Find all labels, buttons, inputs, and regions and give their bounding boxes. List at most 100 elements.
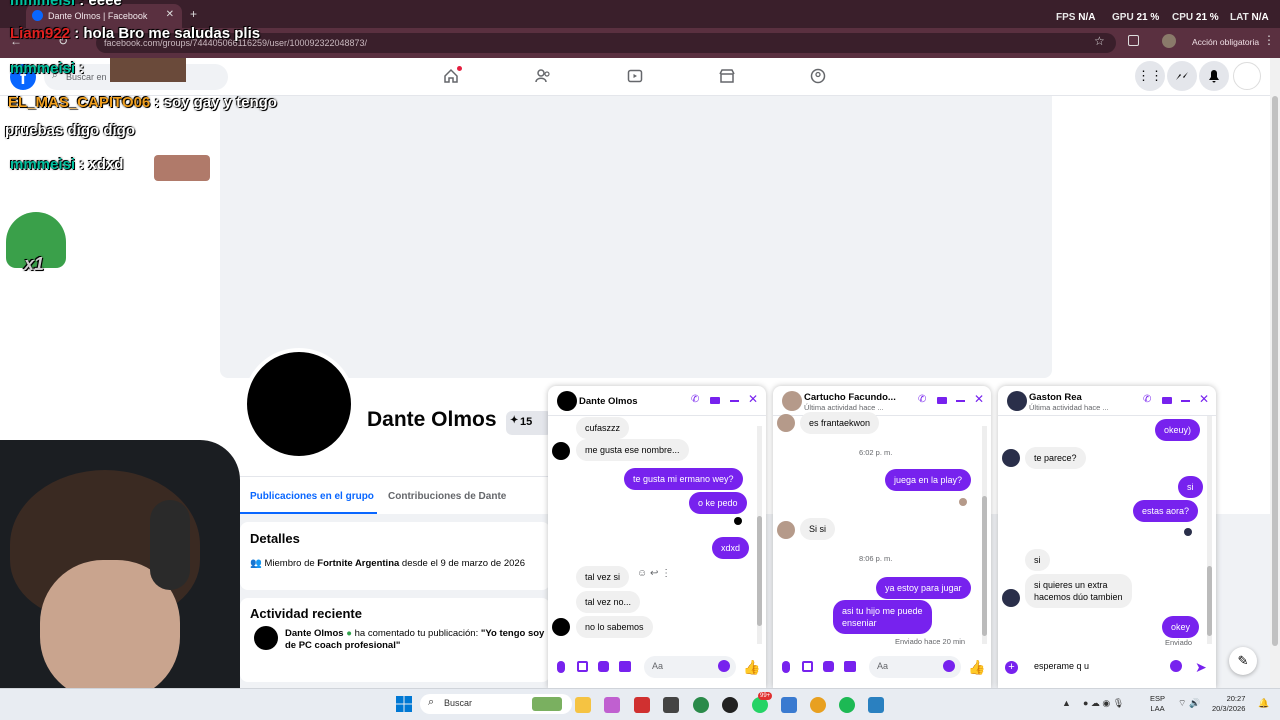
reaction-icons[interactable]: ☺ ↩ ⋮ [637,568,671,579]
notifications-icon[interactable] [1199,61,1229,91]
close-tab-icon[interactable]: ✕ [166,9,174,20]
chrome-icon[interactable] [693,697,709,713]
contact-avatar [557,391,577,411]
message-input[interactable]: Aa [869,656,961,678]
spotify-icon[interactable] [839,697,855,713]
overlay-chat-line: Liam922 : hola Bro me saludas plis [10,25,261,42]
start-icon[interactable] [396,696,412,712]
sticker-icon[interactable] [598,661,609,672]
like-icon[interactable]: 👍 [968,659,985,676]
message-in: es frantaekwon [800,412,880,434]
nav-home-icon[interactable] [443,68,459,84]
clock[interactable]: 20:27 20/3/2026 [1212,694,1245,714]
menu-icon[interactable]: ⋮ [1263,33,1275,47]
chat-header[interactable]: Gaston Rea Última actividad hace ... ✆ ✕ [998,386,1216,416]
store-icon[interactable] [663,697,679,713]
app-icon[interactable] [722,697,738,713]
gif-icon[interactable] [619,661,631,672]
app-icon[interactable] [634,697,650,713]
language-indicator[interactable]: ESP LAA [1150,694,1165,714]
nav-marketplace-icon[interactable] [719,68,735,84]
chrome-icon[interactable] [810,697,826,713]
network-volume-icons[interactable]: ⌔ 🔊 [1178,698,1200,709]
minimize-icon[interactable] [956,400,965,402]
bookmark-icon[interactable]: ☆ [1094,34,1105,48]
profile-avatar[interactable] [1162,34,1176,48]
new-tab-icon[interactable]: + [190,7,197,21]
file-explorer-icon[interactable] [575,697,591,713]
minimize-icon[interactable] [1181,400,1190,402]
like-icon[interactable]: 👍 [743,659,760,676]
nav-groups-icon[interactable] [810,68,826,84]
message-in: me gusta ese nombre... [576,439,689,461]
message-out: ya estoy para jugar [876,577,971,599]
nav-friends-icon[interactable] [535,68,551,84]
close-chat-icon[interactable]: ✕ [1199,392,1211,406]
gpu-readout: GPU 21 % [1112,12,1160,23]
chat-header[interactable]: Cartucho Facundo... Última actividad hac… [773,386,991,416]
members-icon: 👥 [250,558,262,569]
emoji-icon[interactable] [718,660,730,672]
mic-icon[interactable] [557,661,565,673]
new-message-icon[interactable]: ✎ [1229,647,1257,675]
lat-readout: LAT N/A [1230,12,1269,23]
close-chat-icon[interactable]: ✕ [748,392,760,406]
app-icon[interactable] [604,697,620,713]
message-input[interactable]: esperame q u [1026,656,1188,678]
search-icon: ⌕ [428,696,435,708]
chat-scrollbar[interactable] [1207,416,1212,644]
contact-name[interactable]: Gaston Rea [1029,392,1082,403]
group-badge[interactable]: ✦ 15 [506,411,552,435]
tab-contributions[interactable]: Contribuciones de Dante [388,491,506,502]
message-input[interactable]: Aa [644,656,736,678]
send-icon[interactable]: ➤ [1195,659,1207,676]
sticker-label: x1 [24,254,45,274]
call-icon[interactable]: ✆ [918,394,930,406]
nav-video-icon[interactable] [627,68,643,84]
emoji-icon[interactable] [943,660,955,672]
notification-bell-icon[interactable]: 🔔 [1258,698,1269,709]
tray-icons[interactable]: ● ☁ ◉ 🎙 [1083,698,1124,709]
group-link[interactable]: Fortnite Argentina [317,558,399,569]
notepad-icon[interactable] [868,697,884,713]
page-scrollbar[interactable] [1270,58,1280,688]
video-icon[interactable] [710,397,720,404]
call-icon[interactable]: ✆ [1143,394,1155,406]
menu-grid-icon[interactable]: ⋮⋮ [1135,61,1165,91]
overlay-chat-line: pruebas digo digo [5,122,135,139]
image-icon[interactable] [802,661,813,672]
action-required-button[interactable]: Acción obligatoria [1192,37,1259,47]
chat-window-gaston: Gaston Rea Última actividad hace ... ✆ ✕… [998,386,1216,688]
image-icon[interactable] [577,661,588,672]
close-chat-icon[interactable]: ✕ [974,392,986,406]
activity-text[interactable]: Dante Olmos ● ha comentado tu publicació… [285,628,545,652]
sticker-icon[interactable] [823,661,834,672]
extensions-icon[interactable] [1128,35,1139,46]
video-icon[interactable] [937,397,947,404]
contact-name[interactable]: Cartucho Facundo... [804,392,896,403]
call-icon[interactable]: ✆ [691,394,703,406]
emoji-icon[interactable] [1170,660,1182,672]
account-avatar[interactable] [1233,62,1261,90]
chat-scrollbar[interactable] [757,426,762,644]
contact-name[interactable]: Dante Olmos [579,396,638,407]
taskbar-search[interactable]: ⌕ Buscar [420,694,572,714]
message-in: no lo sabemos [576,616,653,638]
gif-icon[interactable] [844,661,856,672]
overlay-chat-line: mmmeisi : [10,60,85,77]
mic-icon[interactable] [782,661,790,673]
tab-posts[interactable]: Publicaciones en el grupo [250,491,374,502]
chat-header[interactable]: Dante Olmos ✆ ✕ [548,386,766,416]
badge-icon: ✦ [510,415,519,426]
app-icon[interactable] [781,697,797,713]
messenger-icon[interactable] [1167,61,1197,91]
video-icon[interactable] [1162,397,1172,404]
message-out: asi tu hijo me puede enseniar [833,600,932,634]
chat-window-dante: Dante Olmos ✆ ✕ cufaszzz me gusta ese no… [548,386,766,688]
profile-picture[interactable] [243,348,355,460]
message-out: estas aora? [1133,500,1199,522]
chat-scrollbar[interactable] [982,426,987,644]
add-icon[interactable]: + [1005,661,1018,674]
tray-chevron-icon[interactable]: ▲ [1062,698,1071,708]
minimize-icon[interactable] [730,400,739,402]
